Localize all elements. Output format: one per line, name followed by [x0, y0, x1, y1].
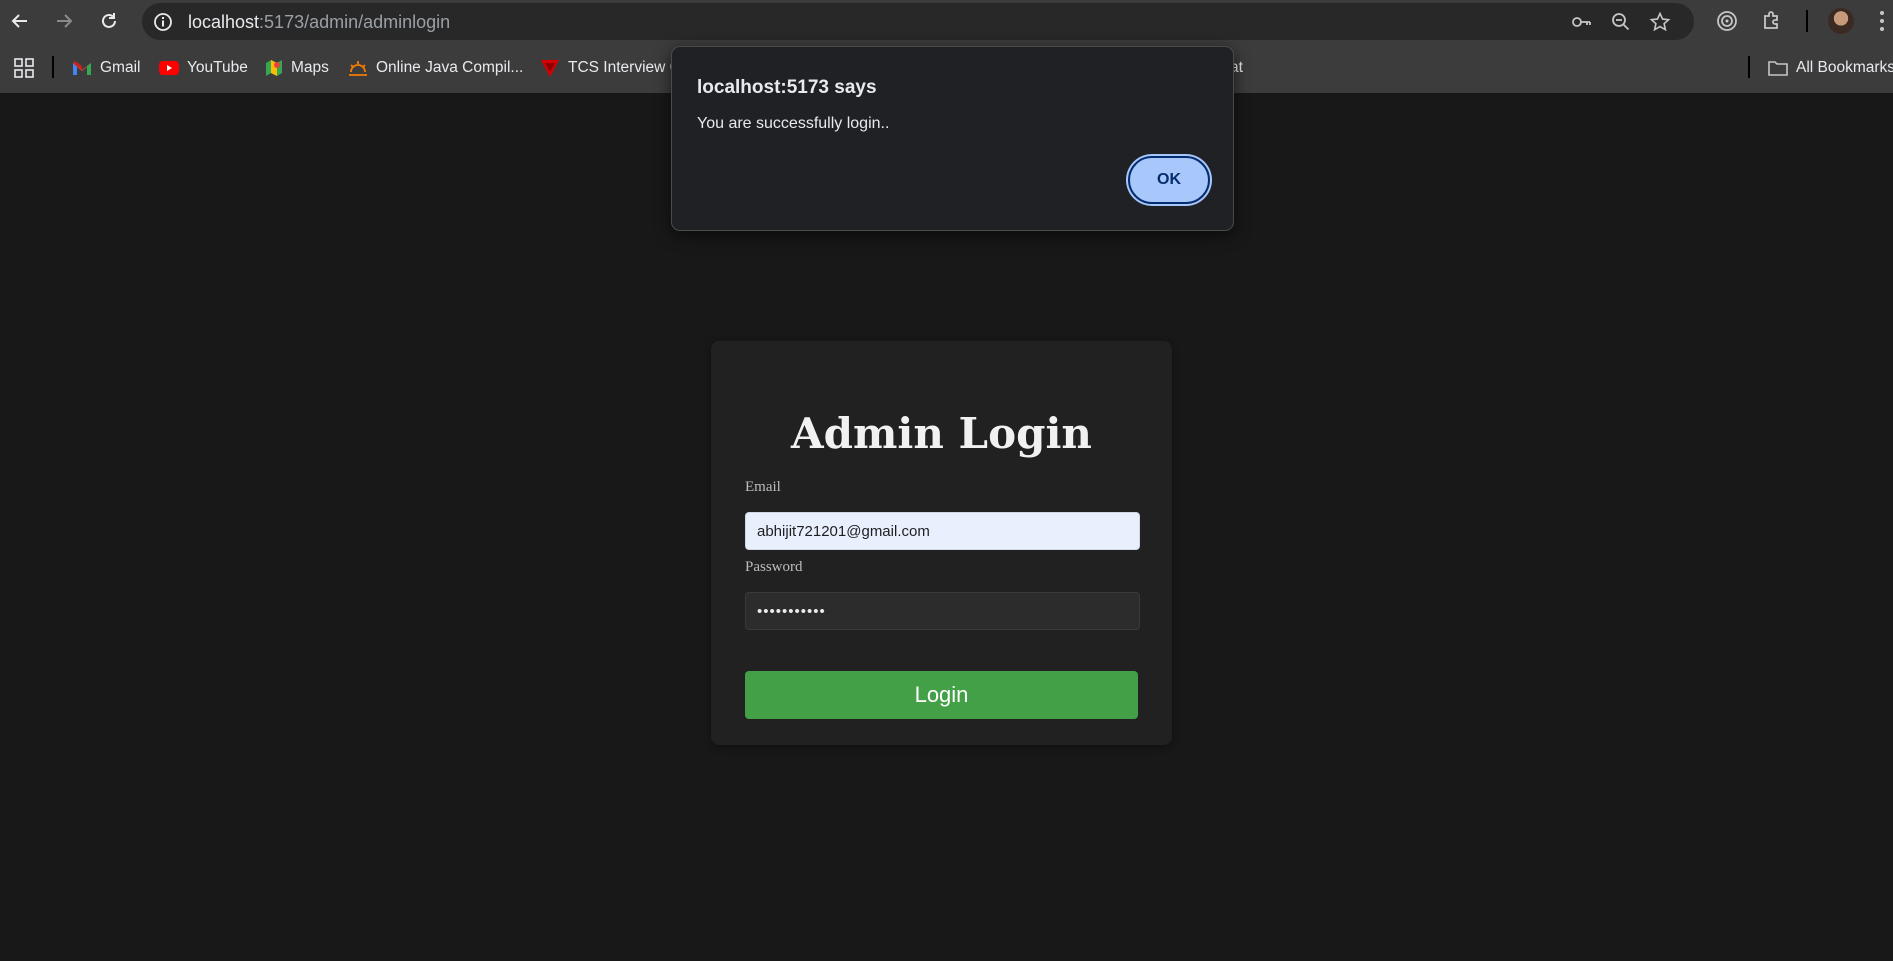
bookmark-label: Maps — [291, 59, 329, 76]
url-text[interactable]: localhost:5173/admin/adminlogin — [188, 12, 450, 33]
bookmark-online-java-compiler[interactable]: Online Java Compil... — [348, 56, 523, 80]
dialog-title: localhost:5173 says — [697, 77, 877, 98]
bookmark-label: Online Java Compil... — [376, 59, 524, 76]
forward-button[interactable] — [50, 7, 78, 35]
reload-icon — [102, 13, 116, 28]
bookmark-label: Gmail — [100, 59, 141, 76]
youtube-icon — [159, 61, 179, 75]
site-info-icon[interactable] — [152, 11, 174, 33]
login-button[interactable]: Login — [745, 671, 1138, 719]
bookmark-maps[interactable]: Maps — [265, 56, 329, 80]
folder-icon — [1768, 61, 1788, 76]
browser-toolbar: localhost:5173/admin/adminlogin — [0, 0, 1893, 43]
bookmark-tcs-interview[interactable]: TCS Interview Q — [540, 56, 682, 80]
url-host: localhost — [188, 12, 260, 32]
bookmark-youtube[interactable]: YouTube — [159, 56, 248, 80]
gmail-icon — [73, 61, 91, 75]
bookmark-gmail[interactable]: Gmail — [72, 56, 140, 80]
extensions-puzzle-icon[interactable] — [1760, 9, 1784, 33]
password-field[interactable] — [745, 592, 1140, 630]
zoom-icon[interactable] — [1610, 11, 1632, 33]
extension-target-icon[interactable] — [1715, 9, 1739, 33]
bookmarks-divider — [52, 56, 54, 78]
maps-icon — [266, 60, 282, 76]
apps-grid-icon[interactable] — [14, 58, 34, 78]
menu-kebab-icon[interactable] — [1879, 10, 1885, 32]
bookmarks-divider — [1748, 56, 1750, 78]
login-title: Admin Login — [791, 409, 1092, 458]
password-key-icon[interactable] — [1570, 11, 1592, 33]
login-card: Admin Login Email Password Login — [711, 341, 1172, 745]
java-compiler-icon — [349, 61, 367, 76]
alert-dialog: localhost:5173 says You are successfully… — [671, 46, 1234, 231]
email-field[interactable] — [745, 512, 1140, 550]
back-button[interactable] — [6, 7, 34, 35]
address-bar[interactable]: localhost:5173/admin/adminlogin — [142, 3, 1694, 40]
tcs-icon — [541, 60, 559, 77]
ok-button[interactable]: OK — [1128, 156, 1210, 204]
dialog-message: You are successfully login.. — [697, 115, 890, 132]
all-bookmarks-button[interactable]: All Bookmarks — [1768, 56, 1893, 80]
toolbar-divider — [1806, 10, 1808, 32]
bookmark-label: YouTube — [187, 59, 248, 76]
password-label: Password — [745, 559, 803, 575]
email-label: Email — [745, 479, 781, 495]
all-bookmarks-label: All Bookmarks — [1796, 59, 1893, 76]
bookmark-label: TCS Interview Q — [568, 59, 682, 76]
bookmark-star-icon[interactable] — [1649, 11, 1671, 33]
reload-button[interactable] — [95, 7, 123, 35]
back-arrow-icon — [11, 14, 27, 28]
url-path: :5173/admin/adminlogin — [259, 12, 451, 32]
profile-avatar[interactable] — [1828, 8, 1854, 34]
forward-arrow-icon — [57, 14, 73, 28]
